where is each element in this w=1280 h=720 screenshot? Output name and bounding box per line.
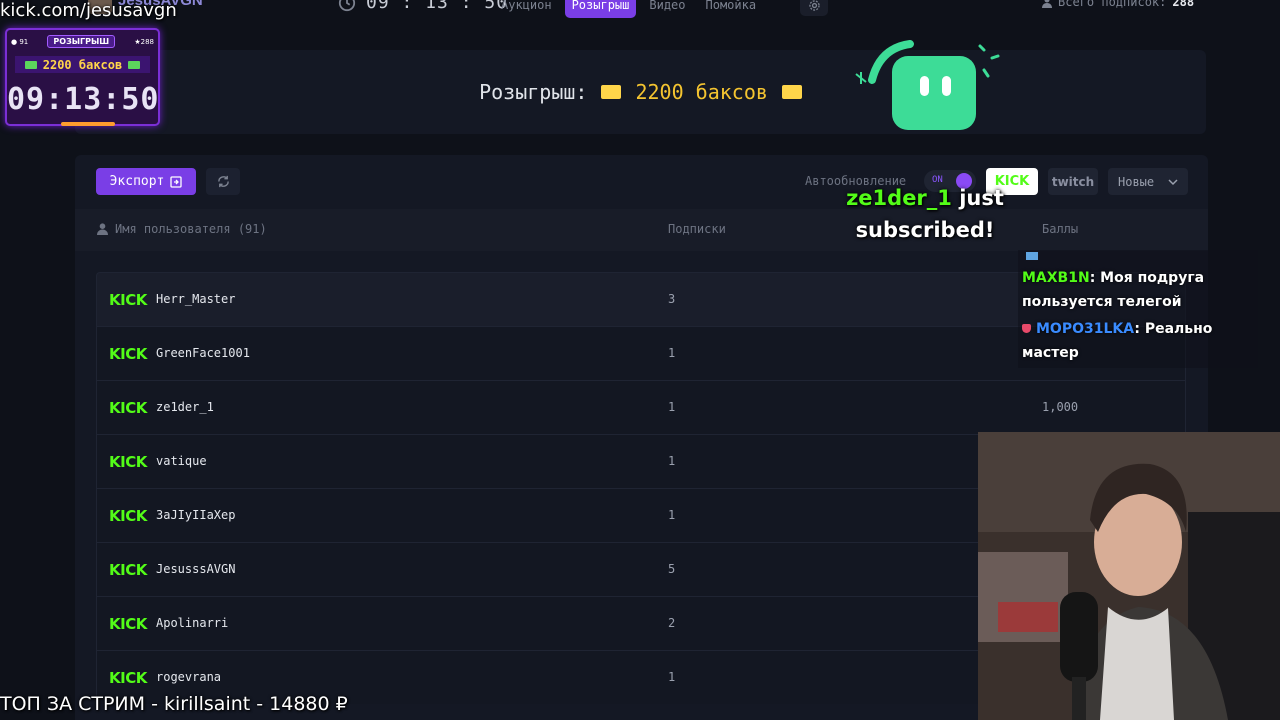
export-icon bbox=[170, 175, 183, 188]
giveaway-banner: Розыгрыш: 2200 баксов bbox=[75, 50, 1206, 134]
chat-user: MOPO31LKA bbox=[1036, 321, 1135, 337]
banner-label: Розыгрыш: bbox=[479, 80, 588, 104]
row-username: Herr_Master bbox=[156, 292, 236, 306]
refresh-icon bbox=[217, 175, 229, 188]
row-points: 1,000 bbox=[1042, 400, 1079, 414]
widget-badge: РОЗЫГРЫШ bbox=[47, 35, 116, 48]
row-subs: 1 bbox=[668, 400, 676, 414]
chat-message: MOPO31LKA: Реально мастер bbox=[1022, 317, 1252, 365]
money-icon bbox=[781, 85, 802, 99]
chat-overlay: MAXB1N: Моя подруга пользуется телегой M… bbox=[1018, 250, 1258, 368]
kick-platform-icon: KICK bbox=[109, 291, 147, 309]
banner-prize: 2200 баксов bbox=[635, 80, 768, 104]
kick-platform-icon: KICK bbox=[109, 453, 147, 471]
tab-video[interactable]: Видео bbox=[642, 0, 692, 18]
kick-platform-icon: KICK bbox=[109, 615, 147, 633]
tab-trash[interactable]: Помойка bbox=[699, 0, 764, 18]
giveaway-timer-widget: ● 91 РОЗЫГРЫШ ★288 2200 баксов 09:13:50 bbox=[5, 28, 160, 126]
sort-select[interactable]: Новые bbox=[1108, 168, 1188, 195]
subs-total-label: Всего подписок: bbox=[1058, 0, 1167, 9]
widget-participants: ● 91 bbox=[11, 37, 29, 46]
stream-clock: 09 : 13 : 50 bbox=[338, 0, 508, 13]
list-header: Имя пользователя (91) Подписки Баллы bbox=[75, 209, 1208, 251]
row-subs: 3 bbox=[668, 292, 676, 306]
row-subs: 1 bbox=[668, 346, 676, 360]
row-username: vatique bbox=[156, 454, 207, 468]
chat-message: MAXB1N: Моя подруга пользуется телегой bbox=[1022, 266, 1252, 314]
row-subs: 5 bbox=[668, 562, 676, 576]
subscription-alert: ze1der_1 just subscribed! bbox=[820, 182, 1030, 246]
column-user-label: Имя пользователя (91) bbox=[115, 222, 267, 236]
cash-icon bbox=[24, 60, 37, 69]
chevron-down-icon bbox=[1168, 178, 1178, 185]
top-donor-ticker: ТОП ЗА СТРИМ - kirillsaint - 14880 ₽ bbox=[0, 693, 348, 715]
row-username: Apolinarri bbox=[156, 616, 229, 630]
clock-time: 09 : 13 : 50 bbox=[366, 0, 509, 13]
export-label: Экспорт bbox=[109, 174, 165, 189]
widget-progress bbox=[61, 122, 115, 126]
tab-giveaway[interactable]: Розыгрыш bbox=[564, 0, 637, 18]
alert-user: ze1der_1 bbox=[846, 186, 952, 210]
badge-icon bbox=[1022, 324, 1031, 333]
kick-platform-icon: KICK bbox=[109, 669, 147, 687]
filter-twitch-button[interactable]: twitch bbox=[1048, 168, 1098, 195]
kick-platform-icon: KICK bbox=[109, 561, 147, 579]
user-icon bbox=[97, 223, 108, 235]
flag-icon bbox=[1026, 252, 1038, 260]
settings-button[interactable] bbox=[800, 0, 828, 16]
export-button[interactable]: Экспорт bbox=[96, 168, 196, 195]
row-username: GreenFace1001 bbox=[156, 346, 250, 360]
chat-user: MAXB1N bbox=[1022, 270, 1090, 286]
row-username: ze1der_1 bbox=[156, 400, 214, 414]
nav-tabs: Аукцион Розыгрыш Видео Помойка bbox=[494, 0, 763, 18]
column-points[interactable]: Баллы bbox=[1042, 222, 1078, 236]
money-icon bbox=[601, 85, 622, 99]
widget-subs: ★288 bbox=[134, 37, 154, 46]
widget-time: 09:13:50 bbox=[7, 82, 160, 117]
top-navigation: JesusAVGN 09 : 13 : 50 Аукцион Розыгрыш … bbox=[0, 0, 1280, 22]
row-subs: 1 bbox=[668, 508, 676, 522]
widget-prize: 2200 баксов bbox=[15, 56, 150, 73]
column-user[interactable]: Имя пользователя (91) bbox=[97, 222, 267, 236]
table-row[interactable]: KICK ze1der_1 1 1,000 bbox=[96, 380, 1186, 434]
refresh-button[interactable] bbox=[206, 168, 240, 195]
row-username: JesusssAVGN bbox=[156, 562, 236, 576]
webcam-feed bbox=[978, 432, 1280, 720]
user-icon bbox=[1042, 0, 1052, 8]
tab-auction[interactable]: Аукцион bbox=[494, 0, 559, 18]
kick-platform-icon: KICK bbox=[109, 399, 147, 417]
gear-icon bbox=[808, 0, 820, 11]
sort-value: Новые bbox=[1118, 174, 1155, 189]
row-username: rogevrana bbox=[156, 670, 222, 684]
mascot-logo bbox=[855, 40, 1000, 130]
channel-url: kick.com/jesusavgn bbox=[0, 0, 177, 21]
row-subs: 1 bbox=[668, 454, 676, 468]
row-username: 3aJIyIIaXep bbox=[156, 508, 236, 522]
kick-platform-icon: KICK bbox=[109, 507, 147, 525]
subs-total-value: 288 bbox=[1172, 0, 1195, 9]
column-subs[interactable]: Подписки bbox=[668, 222, 726, 236]
row-subs: 1 bbox=[668, 670, 676, 684]
kick-platform-icon: KICK bbox=[109, 345, 147, 363]
row-subs: 2 bbox=[668, 616, 676, 630]
clock-icon bbox=[338, 0, 356, 11]
cash-icon bbox=[128, 60, 141, 69]
subs-total: Всего подписок: 288 bbox=[1042, 0, 1194, 9]
